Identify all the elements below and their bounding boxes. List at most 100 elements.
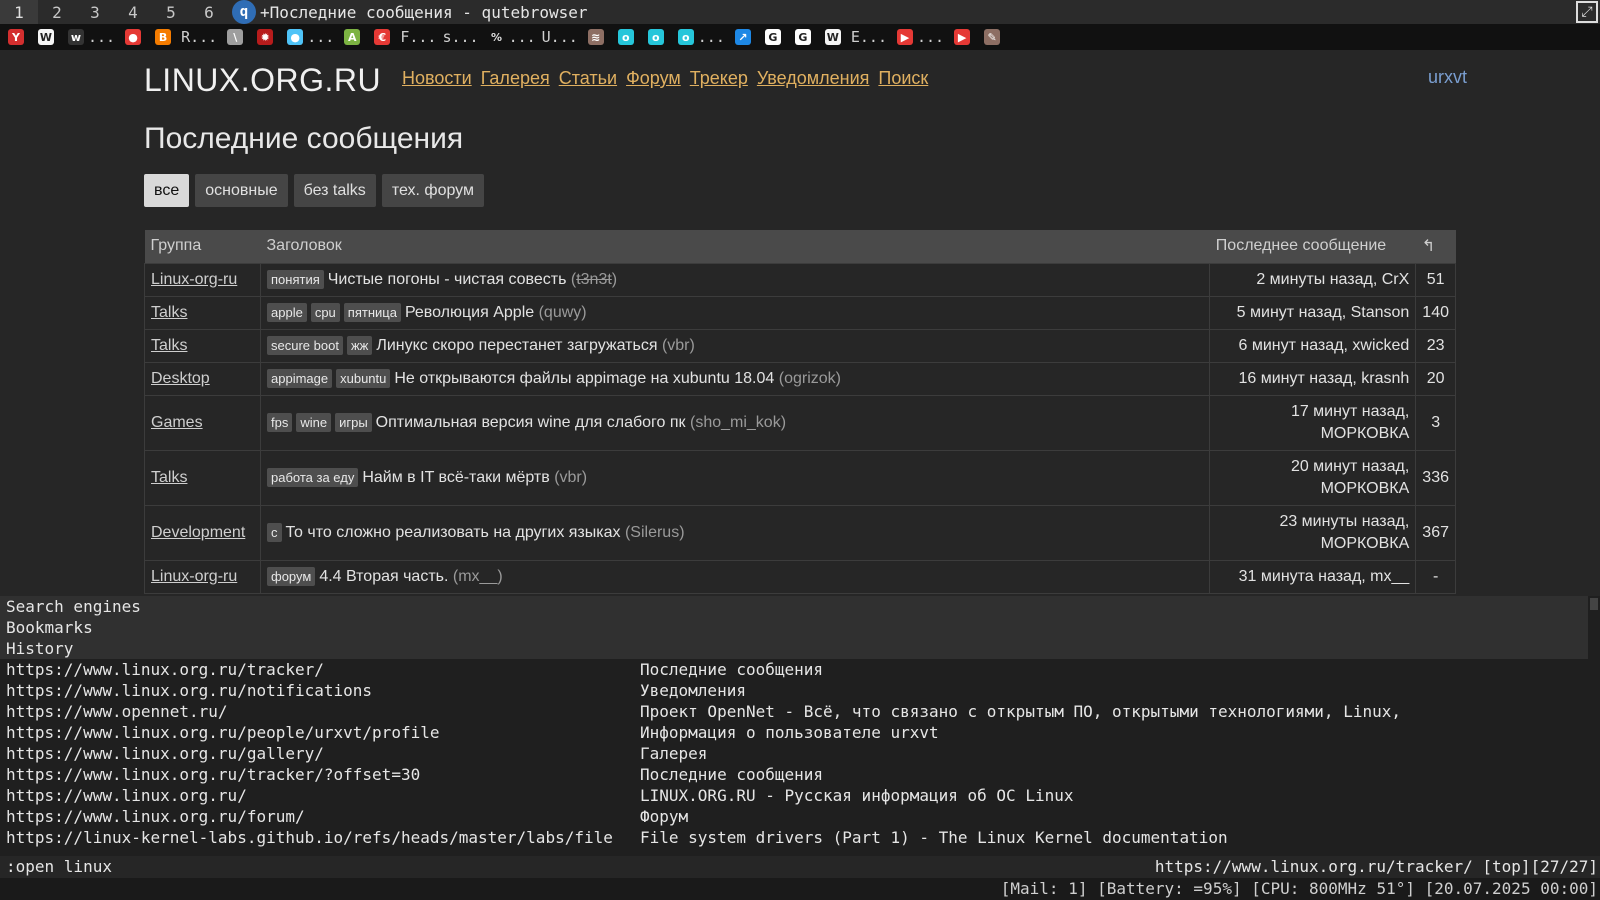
filter-button[interactable]: все bbox=[144, 174, 190, 207]
author-name[interactable]: t3n3t bbox=[576, 271, 612, 288]
workspace-2[interactable]: 2 bbox=[38, 0, 76, 24]
workspace-1[interactable]: 1 bbox=[0, 0, 38, 24]
nav-link[interactable]: Поиск bbox=[878, 68, 928, 89]
tab-item[interactable]: B bbox=[151, 24, 175, 50]
workspace-6[interactable]: 6 bbox=[190, 0, 228, 24]
tag-badge[interactable]: c bbox=[267, 523, 282, 542]
filter-button[interactable]: без talks bbox=[293, 174, 376, 207]
topic-author[interactable]: (quwy) bbox=[539, 304, 587, 321]
last-message-cell[interactable]: 5 минут назад, Stanson bbox=[1209, 295, 1417, 330]
group-link[interactable]: Desktop bbox=[151, 370, 210, 387]
tag-badge[interactable]: appimage bbox=[267, 369, 333, 388]
topic-author[interactable]: (sho_mi_kok) bbox=[690, 414, 786, 431]
history-item[interactable]: https://www.linux.org.ru/forum/Форум bbox=[0, 806, 1588, 827]
tab-item[interactable]: ● bbox=[121, 24, 145, 50]
tab-item[interactable]: W bbox=[34, 24, 58, 50]
tag-badge[interactable]: fps bbox=[267, 413, 293, 432]
topic-title[interactable]: То что сложно реализовать на других язык… bbox=[286, 524, 621, 541]
tab-item[interactable]: Y bbox=[4, 24, 28, 50]
last-message-cell[interactable]: 20 минут назад, МОРКОВКА bbox=[1209, 449, 1417, 506]
tag-badge[interactable]: xubuntu bbox=[336, 369, 391, 388]
tab-item[interactable]: R... bbox=[181, 24, 217, 50]
nav-link[interactable]: Галерея bbox=[481, 68, 550, 89]
topic-author[interactable]: (Silerus) bbox=[625, 524, 685, 541]
tab-item[interactable]: U... bbox=[542, 24, 578, 50]
topic-author[interactable]: (t3n3t) bbox=[571, 271, 617, 288]
tab-item[interactable]: G bbox=[761, 24, 785, 50]
author-name[interactable]: vbr bbox=[560, 469, 582, 486]
topic-title[interactable]: Найм в IT всё-таки мёртв bbox=[362, 469, 549, 486]
topic-author[interactable]: (ogrizok) bbox=[779, 370, 841, 387]
author-name[interactable]: ogrizok bbox=[784, 370, 836, 387]
tab-item[interactable]: o... bbox=[674, 24, 725, 50]
author-name[interactable]: Silerus bbox=[630, 524, 679, 541]
tab-item[interactable]: ●... bbox=[283, 24, 334, 50]
history-item[interactable]: https://linux-kernel-labs.github.io/refs… bbox=[0, 827, 1588, 848]
author-name[interactable]: vbr bbox=[667, 337, 689, 354]
tab-item[interactable]: o bbox=[614, 24, 638, 50]
group-link[interactable]: Linux-org-ru bbox=[151, 271, 237, 288]
filter-button[interactable]: тех. форум bbox=[381, 174, 484, 207]
tab-item[interactable]: %... bbox=[485, 24, 536, 50]
tag-badge[interactable]: форум bbox=[267, 567, 316, 586]
site-logo[interactable]: LINUX.ORG.RU bbox=[144, 62, 381, 99]
tag-badge[interactable]: понятия bbox=[267, 270, 324, 289]
tab-item[interactable]: A bbox=[340, 24, 364, 50]
tag-badge[interactable]: пятница bbox=[343, 303, 401, 322]
tab-item[interactable]: ▶... bbox=[893, 24, 944, 50]
tag-badge[interactable]: работа за еду bbox=[267, 468, 359, 487]
tag-badge[interactable]: secure boot bbox=[267, 336, 343, 355]
tab-item[interactable]: \ bbox=[223, 24, 247, 50]
topic-author[interactable]: (mx__) bbox=[453, 568, 503, 585]
tab-item[interactable]: w... bbox=[64, 24, 115, 50]
tab-item[interactable]: ≋ bbox=[584, 24, 608, 50]
tab-item[interactable]: ✹ bbox=[253, 24, 277, 50]
workspace-3[interactable]: 3 bbox=[76, 0, 114, 24]
workspace-4[interactable]: 4 bbox=[114, 0, 152, 24]
fullscreen-icon[interactable]: ⤢ bbox=[1576, 1, 1598, 23]
nav-link[interactable]: Уведомления bbox=[757, 68, 870, 89]
workspace-5[interactable]: 5 bbox=[152, 0, 190, 24]
topic-title[interactable]: 4.4 Вторая часть. bbox=[319, 568, 448, 585]
group-link[interactable]: Talks bbox=[151, 469, 187, 486]
filter-button[interactable]: основные bbox=[195, 174, 288, 207]
tab-item[interactable]: ↗ bbox=[731, 24, 755, 50]
topic-title[interactable]: Линукс скоро перестанет загружаться bbox=[376, 337, 657, 354]
topic-title[interactable]: Оптимальная версия wine для слабого пк bbox=[376, 414, 686, 431]
tab-item[interactable]: E... bbox=[851, 24, 887, 50]
author-name[interactable]: mx__ bbox=[458, 568, 497, 585]
history-item[interactable]: https://www.linux.org.ru/gallery/Галерея bbox=[0, 743, 1588, 764]
history-item[interactable]: https://www.linux.org.ru/tracker/Последн… bbox=[0, 659, 1588, 680]
history-item[interactable]: https://www.linux.org.ru/tracker/?offset… bbox=[0, 764, 1588, 785]
tab-item[interactable]: W bbox=[821, 24, 845, 50]
author-name[interactable]: quwy bbox=[544, 304, 581, 321]
command-input[interactable]: :open linux bbox=[6, 857, 112, 876]
completion-scrollbar[interactable] bbox=[1588, 596, 1600, 856]
group-link[interactable]: Games bbox=[151, 414, 203, 431]
group-link[interactable]: Talks bbox=[151, 304, 187, 321]
author-name[interactable]: sho_mi_kok bbox=[695, 414, 780, 431]
topic-author[interactable]: (vbr) bbox=[554, 469, 587, 486]
topic-title[interactable]: Чистые погоны - чистая совесть bbox=[328, 271, 567, 288]
tab-item[interactable]: o bbox=[644, 24, 668, 50]
group-link[interactable]: Talks bbox=[151, 337, 187, 354]
topic-author[interactable]: (vbr) bbox=[662, 337, 695, 354]
last-message-cell[interactable]: 31 минута назад, mx__ bbox=[1209, 559, 1417, 594]
history-item[interactable]: https://www.linux.org.ru/LINUX.ORG.RU - … bbox=[0, 785, 1588, 806]
tab-item[interactable]: s... bbox=[442, 24, 478, 50]
topic-title[interactable]: Не открываются файлы appimage на xubuntu… bbox=[394, 370, 774, 387]
last-message-cell[interactable]: 6 минут назад, xwicked bbox=[1209, 328, 1417, 363]
group-link[interactable]: Linux-org-ru bbox=[151, 568, 237, 585]
last-message-cell[interactable]: 2 минуты назад, CrX bbox=[1209, 262, 1417, 297]
user-link[interactable]: urxvt bbox=[1428, 67, 1467, 88]
history-item[interactable]: https://www.linux.org.ru/notifications Ув… bbox=[0, 680, 1588, 701]
tab-item[interactable]: ✎ bbox=[980, 24, 1004, 50]
tag-badge[interactable]: cpu bbox=[310, 303, 340, 322]
tab-item[interactable]: F... bbox=[400, 24, 436, 50]
last-message-cell[interactable]: 16 минут назад, krasnh bbox=[1209, 361, 1417, 396]
tab-item[interactable]: ▶ bbox=[950, 24, 974, 50]
nav-link[interactable]: Трекер bbox=[690, 68, 748, 89]
nav-link[interactable]: Новости bbox=[402, 68, 472, 89]
tag-badge[interactable]: игры bbox=[335, 413, 372, 432]
nav-link[interactable]: Форум bbox=[626, 68, 681, 89]
